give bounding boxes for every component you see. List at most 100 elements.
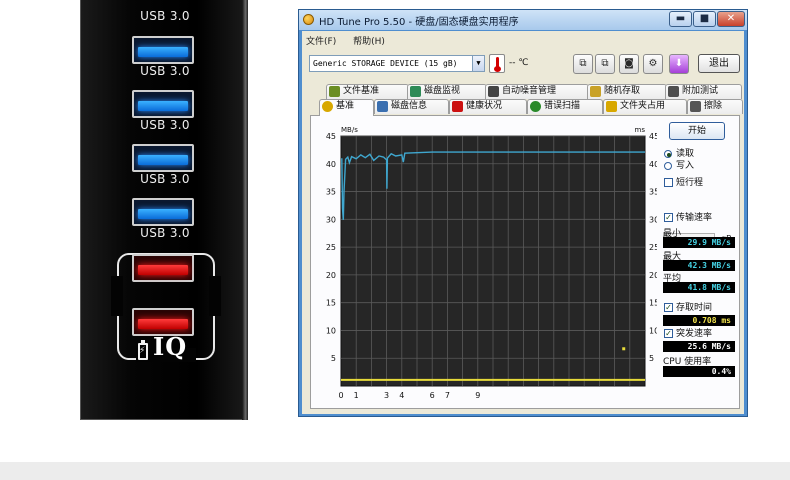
file-benchmark-icon [329,86,340,97]
tab-label: 错误扫描 [544,101,581,111]
iq-logo: IQ [153,332,188,361]
transfer-rate-label: 传输速率 [676,213,713,223]
app-icon [303,14,314,25]
usb-port-label: USB 3.0 [140,64,190,78]
y-tick-label-right: 35 [649,188,657,197]
left-axis-unit: MB/s [341,126,358,134]
tab-label: 附加测试 [682,86,719,96]
usb-port-label: USB 3.0 [140,9,190,23]
avg-value: 41.8 MB/s [663,282,735,293]
tab-label: 健康状况 [466,101,503,111]
window-client: 文件(F) 帮助(H) Generic STORAGE DEVICE (15 g… [302,31,744,414]
options-icon[interactable]: ⚙ [643,54,663,74]
hub-edge [242,0,248,420]
tab-folder-usage[interactable]: 文件夹占用 [603,99,687,114]
radio-dot [664,150,672,158]
usb-port-label: USB 3.0 [140,172,190,186]
x-tick-label: 0 [338,391,343,400]
folder-icon [606,101,617,112]
copy-text-icon[interactable]: ⧉ [573,54,593,74]
burst-rate-label: 突发速率 [676,329,713,339]
tab-label: 文件基准 [343,86,380,96]
close-button[interactable]: ✕ [717,11,745,27]
y-tick-label-right: 45 [649,132,657,141]
extra-tests-icon [668,86,679,97]
y-tick-label-left: 25 [326,243,336,252]
check-icon: ✓ [664,303,673,312]
read-radio[interactable]: 读取 [663,148,743,160]
usb-port-2 [132,36,194,64]
access-time-label: 存取时间 [676,303,713,313]
tab-benchmark[interactable]: 基准 [319,99,374,116]
tab-health[interactable]: 健康状况 [449,99,527,114]
drive-select[interactable]: Generic STORAGE DEVICE (15 gB) ▼ [309,55,485,72]
minimize-button[interactable]: ▬ [669,11,692,27]
x-tick-label: 7 [445,391,450,400]
tab-error-scan[interactable]: 错误扫描 [527,99,603,114]
charging-port-1 [132,254,194,282]
y-tick-label-left: 5 [331,354,336,363]
cpu-usage-value: 0.4% [663,366,735,377]
drive-select-value: Generic STORAGE DEVICE (15 gB) [313,59,458,68]
y-tick-label-right: 40 [649,160,657,169]
tab-random-access[interactable]: 随机存取 [587,84,667,99]
control-sidebar: 开始 读取 写入 短行程 40 gB ✓传输速率 最小 29.9 MB/s 最大… [663,122,739,404]
x-tick-label: 6 [430,391,435,400]
bracket-gap-left [111,276,123,316]
maximize-button[interactable]: ■ [693,11,716,27]
stage: USB 3.0 USB 3.0 USB 3.0 USB 3.0 USB 3.0 … [0,0,790,480]
usb-hub: USB 3.0 USB 3.0 USB 3.0 USB 3.0 USB 3.0 … [80,0,248,420]
copy-info-icon[interactable]: ⧉ [595,54,615,74]
info-icon [377,101,388,112]
title-bar[interactable]: HD Tune Pro 5.50 - 硬盘/固态硬盘实用程序 ▬ ■ ✕ [299,10,747,30]
max-value: 42.3 MB/s [663,260,735,271]
tab-extra-tests[interactable]: 附加测试 [665,84,742,99]
check-icon: ✓ [664,329,673,338]
y-tick-label-right: 15 [649,299,657,308]
tab-label: 磁盘监视 [424,86,461,96]
benchmark-chart: 5 5 10 10 15 15 20 20 25 25 30 30 35 35 40 40 45 45 0 1 3 4 6 7… [311,120,657,406]
y-tick-label-left: 10 [326,326,336,335]
temperature-value: -- ℃ [509,58,529,68]
speaker-icon [488,86,499,97]
tab-aam[interactable]: 自动噪音管理 [485,84,589,99]
chart-svg: 5 5 10 10 15 15 20 20 25 25 30 30 35 35 40 40 45 45 0 1 3 4 6 7… [326,126,657,400]
radio-dot [664,162,672,170]
y-tick-label-left: 15 [326,299,336,308]
tab-disk-monitor[interactable]: 磁盘监视 [407,84,487,99]
screenshot-camera-icon[interactable]: ◙ [619,54,639,74]
magnifier-icon [530,101,541,112]
y-tick-label-left: 45 [326,132,336,141]
exit-button[interactable]: 退出 [698,54,740,73]
tab-file-benchmark[interactable]: 文件基准 [326,84,409,99]
chevron-down-icon[interactable]: ▼ [472,56,484,71]
short-stroke-label: 短行程 [676,178,704,188]
start-button[interactable]: 开始 [669,122,725,140]
transfer-rate-checkbox[interactable]: ✓ 传输速率 [663,212,743,224]
tab-disk-info[interactable]: 磁盘信息 [374,99,449,114]
min-value: 29.9 MB/s [663,237,735,248]
read-label: 读取 [676,149,695,159]
save-download-icon[interactable]: ⬇ [669,54,689,74]
trash-icon [690,101,701,112]
short-stroke-checkbox[interactable]: 短行程 [663,177,743,189]
hdtune-window: HD Tune Pro 5.50 - 硬盘/固态硬盘实用程序 ▬ ■ ✕ 文件(… [298,9,748,417]
benchmark-icon [322,101,333,112]
access-time-checkbox[interactable]: ✓ 存取时间 [663,302,743,314]
tab-label: 磁盘信息 [391,101,428,111]
tab-erase[interactable]: 擦除 [687,99,743,114]
benchmark-panel: 5 5 10 10 15 15 20 20 25 25 30 30 35 35 40 40 45 45 0 1 3 4 6 7… [310,115,740,409]
bracket-gap-right [209,276,221,316]
menu-help[interactable]: 帮助(H) [353,37,385,47]
write-radio[interactable]: 写入 [663,160,743,172]
burst-rate-checkbox[interactable]: ✓ 突发速率 [663,328,743,340]
checkbox-box [664,178,673,187]
disk-monitor-icon [410,86,421,97]
usb-port-label: USB 3.0 [140,118,190,132]
tab-label: 基准 [336,101,355,111]
access-time-point [622,347,626,351]
menu-file[interactable]: 文件(F) [306,37,336,47]
y-tick-label-right: 20 [649,271,657,280]
y-tick-label-left: 40 [326,160,336,169]
tab-label: 自动噪音管理 [502,86,557,96]
